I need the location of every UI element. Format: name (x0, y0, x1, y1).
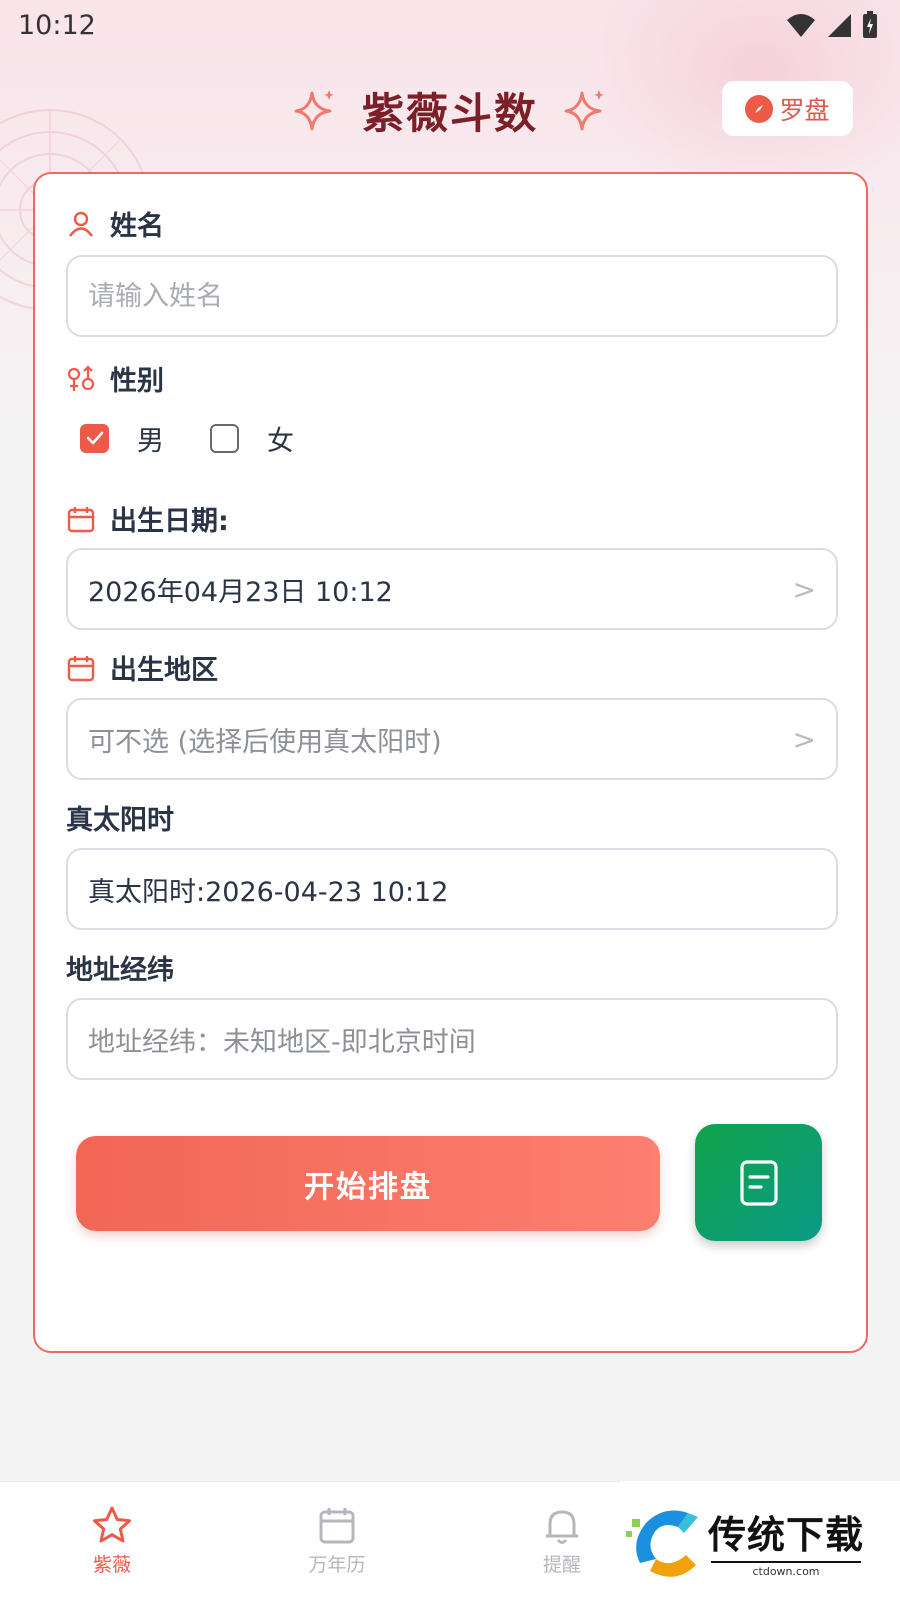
status-time: 10:12 (18, 9, 96, 41)
nav-label-ziwei: 紫薇 (92, 1554, 131, 1576)
female-label[interactable]: 女 (267, 419, 294, 458)
watermark-url: ctdown.com (711, 1560, 861, 1578)
birth-date-label: 出生日期: (66, 499, 229, 538)
female-checkbox[interactable] (210, 423, 239, 453)
gender-label: 性别 (66, 359, 164, 398)
calendar-icon (67, 506, 95, 532)
calendar-icon (319, 1508, 355, 1544)
records-button[interactable] (695, 1124, 822, 1241)
wifi-icon (787, 14, 815, 37)
name-label-text: 姓名 (110, 211, 164, 242)
birth-date-value: 2026年04月23日 10:12 (88, 576, 393, 608)
calendar-icon (67, 655, 95, 681)
nav-item-ziwei[interactable]: 紫薇 (52, 1504, 172, 1577)
gender-label-text: 性别 (110, 366, 164, 397)
compass-label: 罗盘 (779, 95, 830, 125)
watermark-title: 传统下载 (708, 1512, 865, 1557)
sparkle-icon (564, 90, 604, 131)
app-title: 紫薇斗数 (361, 88, 538, 138)
app-header: 紫薇斗数 罗盘 (0, 70, 900, 150)
sparkle-icon (294, 90, 334, 131)
name-field[interactable] (66, 255, 838, 337)
nav-label-reminder: 提醒 (542, 1554, 581, 1576)
document-icon (739, 1159, 778, 1206)
true-solar-time-value: 真太阳时:2026-04-23 10:12 (88, 876, 449, 908)
true-solar-time-label-text: 真太阳时 (66, 805, 174, 836)
signal-icon (828, 14, 851, 37)
gender-options: 男 女 (80, 418, 294, 458)
nav-item-reminder[interactable]: 提醒 (502, 1504, 622, 1577)
true-solar-time-label: 真太阳时 (66, 798, 174, 837)
bell-icon (546, 1510, 578, 1544)
address-coords-field[interactable]: 地址经纬：未知地区-即北京时间 (66, 998, 838, 1080)
true-solar-time-field[interactable]: 真太阳时:2026-04-23 10:12 (66, 848, 838, 930)
form-card: 姓名 性别 男 女 出生日期: 2026年04月2 (33, 172, 868, 1353)
start-chart-button[interactable]: 开始排盘 (76, 1136, 660, 1231)
watermark-text: 传统下载 ctdown.com (708, 1504, 864, 1578)
user-icon (69, 211, 93, 237)
gender-icon (67, 364, 95, 391)
birth-region-label-text: 出生地区 (110, 655, 218, 686)
status-icons (786, 11, 878, 39)
title-wrap: 紫薇斗数 (290, 78, 610, 142)
address-coords-label: 地址经纬 (66, 948, 174, 987)
birth-date-field[interactable]: 2026年04月23日 10:12 > (66, 548, 838, 630)
star-icon (93, 1506, 131, 1543)
battery-icon (863, 11, 877, 38)
watermark-logo-icon (626, 1510, 698, 1577)
watermark: 传统下载 ctdown.com (620, 1481, 900, 1600)
address-coords-label-text: 地址经纬 (66, 955, 174, 986)
birth-region-placeholder: 可不选 (选择后使用真太阳时) (88, 726, 442, 758)
nav-label-calendar: 万年历 (308, 1554, 366, 1576)
male-label[interactable]: 男 (137, 419, 164, 458)
male-checkbox[interactable] (80, 423, 109, 453)
birth-date-label-text: 出生日期: (110, 506, 229, 537)
nav-item-calendar[interactable]: 万年历 (277, 1504, 397, 1577)
chevron-right-icon: > (792, 722, 816, 756)
birth-region-field[interactable]: 可不选 (选择后使用真太阳时) > (66, 698, 838, 780)
name-input[interactable] (88, 280, 816, 312)
birth-region-label: 出生地区 (66, 648, 218, 687)
chevron-right-icon: > (792, 572, 816, 606)
compass-icon (745, 94, 774, 123)
compass-button[interactable]: 罗盘 (722, 81, 853, 136)
name-label: 姓名 (66, 204, 164, 243)
status-bar: 10:12 (0, 0, 900, 50)
address-coords-placeholder: 地址经纬：未知地区-即北京时间 (88, 1026, 476, 1058)
